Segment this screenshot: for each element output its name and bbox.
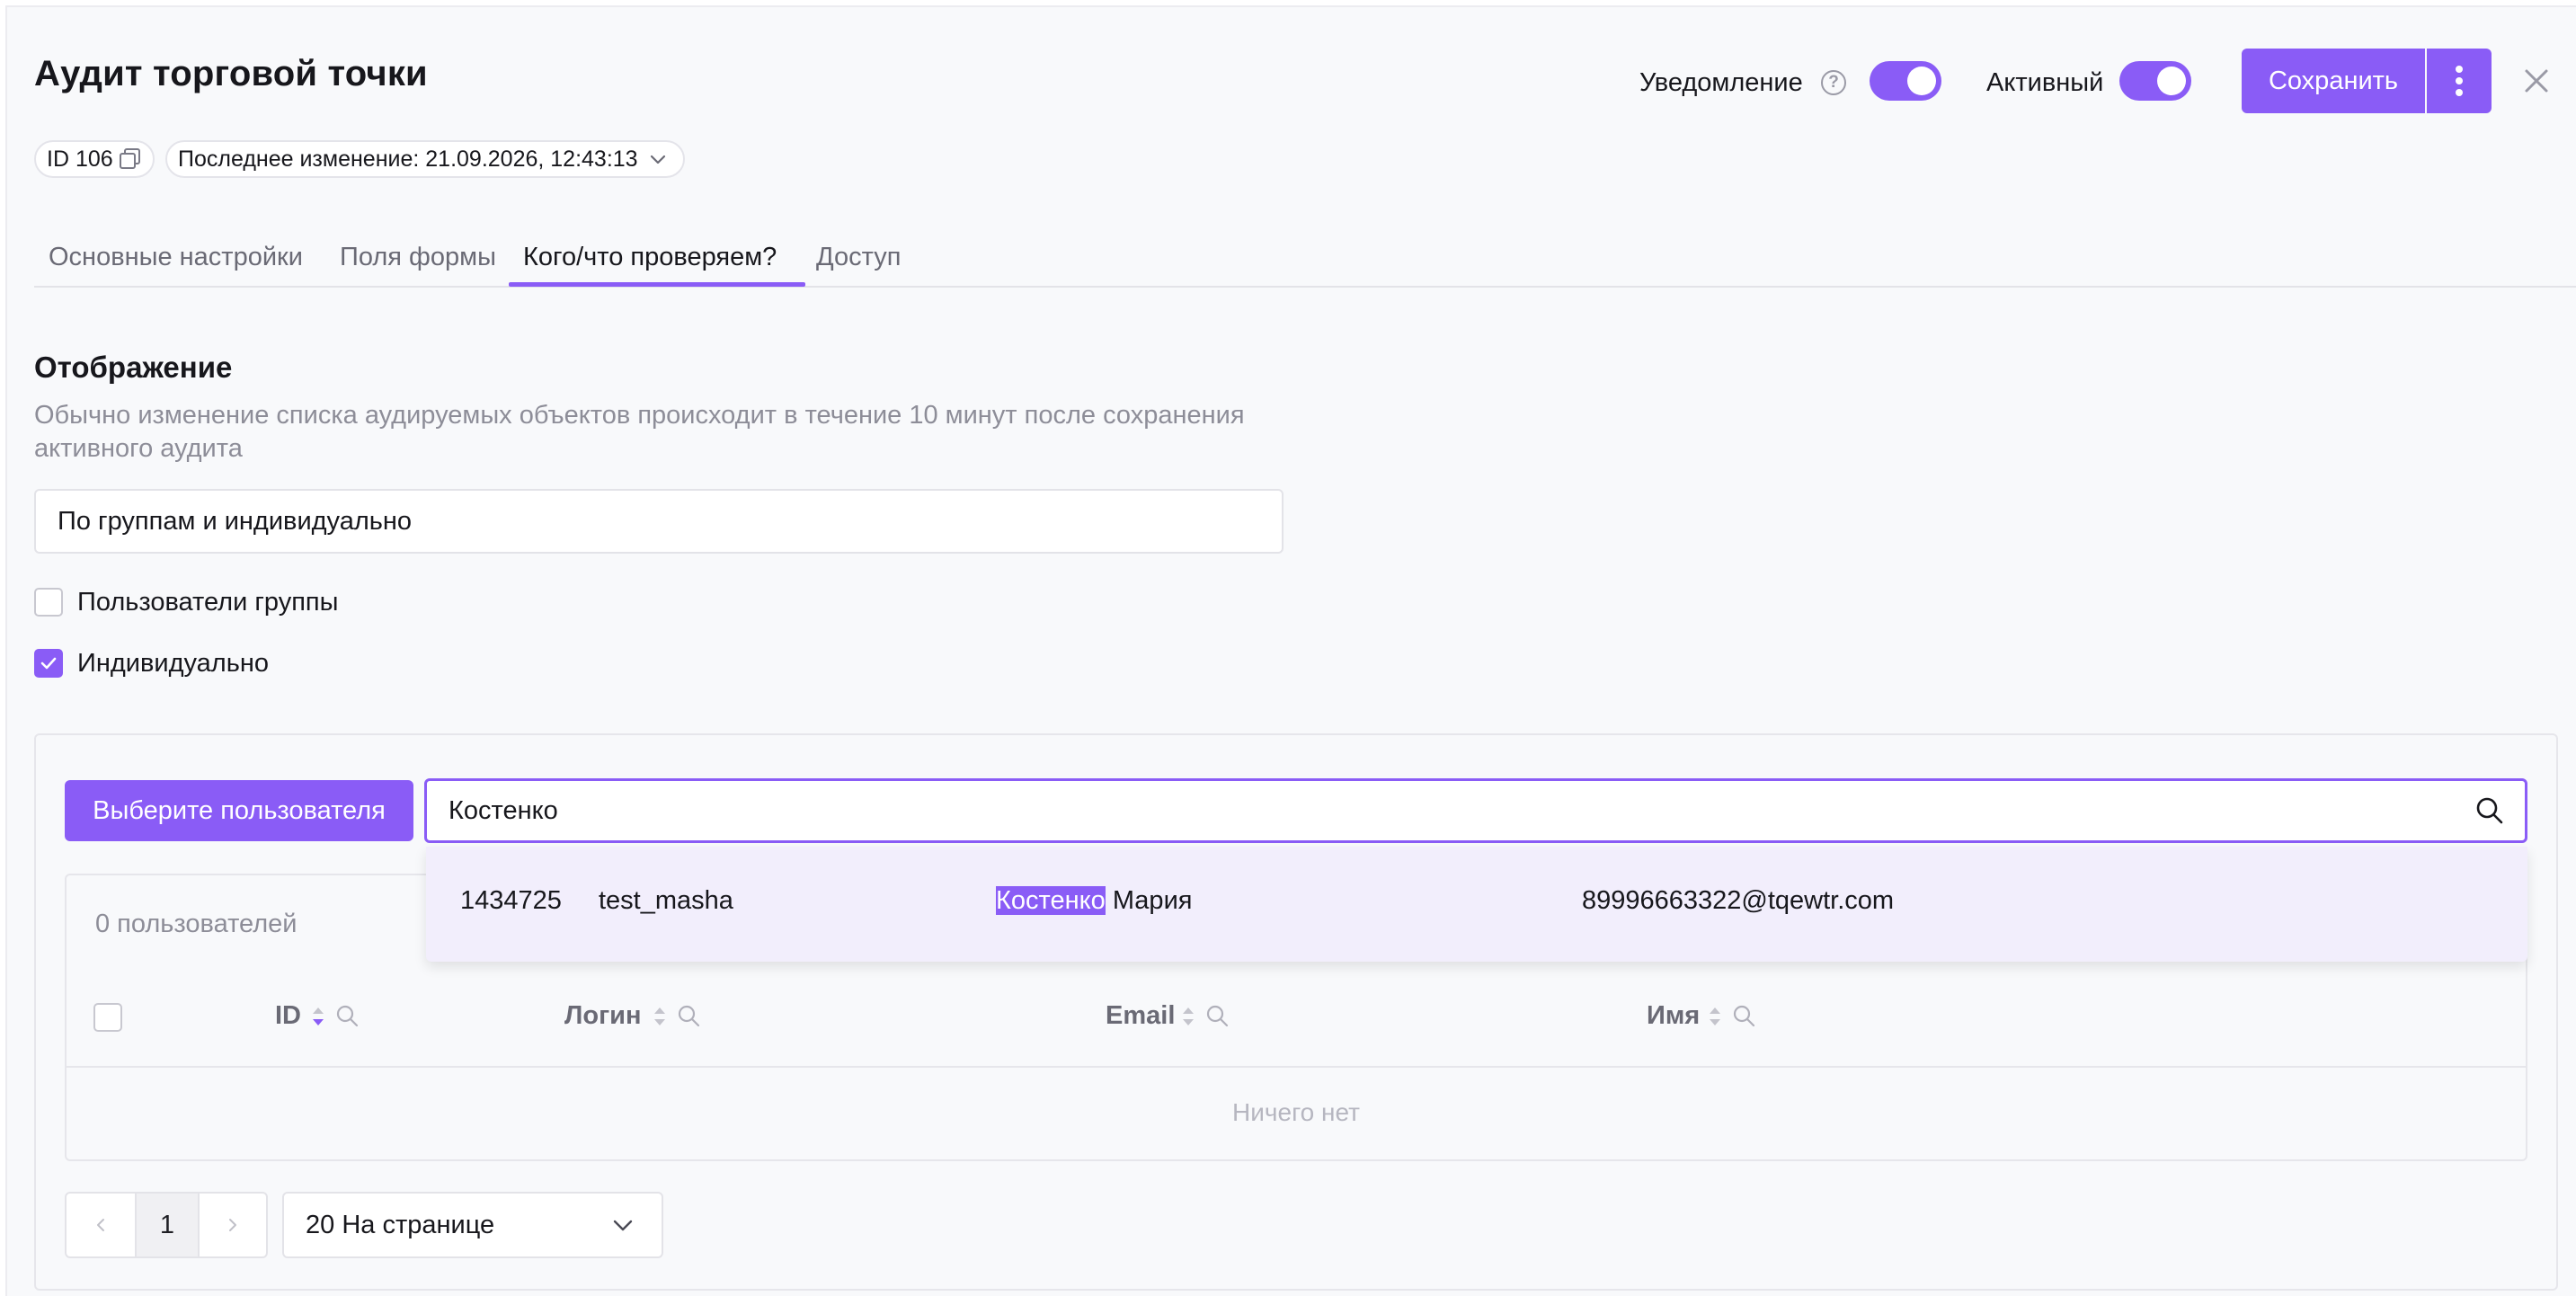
column-header-email[interactable]: Email	[1106, 1001, 1175, 1031]
table-header-divider	[67, 1066, 2526, 1068]
page-title: Аудит торговой точки	[34, 54, 428, 93]
search-icon[interactable]	[2474, 794, 2506, 827]
notification-label: Уведомление	[1639, 68, 1803, 97]
id-chip[interactable]: ID 106	[34, 140, 155, 178]
name-rest: Мария	[1105, 886, 1193, 915]
help-icon[interactable]: ?	[1821, 70, 1846, 95]
more-options-button[interactable]	[2427, 49, 2492, 113]
last-change-label: Последнее изменение: 21.09.2026, 12:43:1…	[178, 146, 638, 172]
sort-icon[interactable]	[311, 1005, 325, 1028]
id-label: ID 106	[47, 146, 113, 172]
save-button[interactable]: Сохранить	[2242, 49, 2425, 113]
active-tab-indicator	[509, 282, 805, 287]
result-email: 89996663322@tqewtr.com	[1582, 886, 1895, 915]
column-search-icon[interactable]	[676, 1003, 701, 1028]
empty-state-text: Ничего нет	[1232, 1098, 1360, 1126]
result-id: 1434725	[460, 886, 562, 915]
result-name: Костенко Мария	[996, 886, 1192, 916]
individual-label: Индивидуально	[77, 649, 269, 678]
tabs-divider	[34, 286, 2576, 288]
tab-form-fields[interactable]: Поля формы	[340, 243, 496, 272]
result-login: test_masha	[599, 886, 733, 915]
users-count: 0 пользователей	[95, 910, 298, 938]
chevron-down-icon	[613, 1220, 633, 1231]
notification-toggle[interactable]	[1870, 61, 1941, 101]
sort-icon[interactable]	[653, 1005, 667, 1028]
prev-page-button[interactable]	[67, 1194, 135, 1256]
chevron-down-icon	[650, 155, 665, 164]
next-page-button[interactable]	[200, 1194, 266, 1256]
individual-checkbox[interactable]	[34, 649, 63, 678]
section-description: Обычно изменение списка аудируемых объек…	[34, 401, 1245, 463]
tab-access[interactable]: Доступ	[816, 243, 901, 272]
chevron-right-icon	[229, 1219, 236, 1231]
tab-main-settings[interactable]: Основные настройки	[49, 243, 303, 272]
close-icon[interactable]	[2518, 63, 2554, 99]
section-title: Отображение	[34, 351, 233, 384]
search-result-item[interactable]: 1434725 test_masha Костенко Мария 899966…	[426, 847, 2527, 962]
active-label: Активный	[1986, 68, 2104, 97]
sort-icon[interactable]	[1708, 1005, 1722, 1028]
tab-audit-targets[interactable]: Кого/что проверяем?	[523, 243, 777, 272]
column-search-icon[interactable]	[1731, 1003, 1756, 1028]
name-highlight: Костенко	[996, 886, 1106, 915]
toggle-knob	[2157, 67, 2186, 95]
chevron-left-icon	[97, 1219, 104, 1231]
copy-icon[interactable]	[119, 147, 142, 171]
per-page-select[interactable]: 20 На странице	[282, 1192, 663, 1258]
select-all-checkbox[interactable]	[93, 1003, 122, 1032]
more-vertical-icon	[2456, 66, 2463, 96]
column-header-id[interactable]: ID	[275, 1001, 301, 1031]
audit-settings-page: Аудит торговой точки Уведомление ? Актив…	[5, 5, 2576, 1296]
group-users-label: Пользователи группы	[77, 588, 339, 617]
sort-icon[interactable]	[1181, 1005, 1195, 1028]
page-number-button[interactable]: 1	[135, 1194, 200, 1256]
column-search-icon[interactable]	[334, 1003, 360, 1028]
check-icon	[40, 657, 57, 670]
toggle-knob	[1907, 67, 1936, 95]
column-search-icon[interactable]	[1204, 1003, 1230, 1028]
last-change-chip[interactable]: Последнее изменение: 21.09.2026, 12:43:1…	[165, 140, 685, 178]
column-header-login[interactable]: Логин	[564, 1001, 642, 1031]
user-search-input[interactable]: Костенко	[424, 778, 2527, 843]
display-mode-select[interactable]: По группам и индивидуально	[34, 489, 1284, 554]
group-users-checkbox[interactable]	[34, 588, 63, 617]
active-toggle[interactable]	[2119, 61, 2191, 101]
column-header-name[interactable]: Имя	[1647, 1001, 1700, 1031]
choose-user-button[interactable]: Выберите пользователя	[65, 780, 413, 841]
